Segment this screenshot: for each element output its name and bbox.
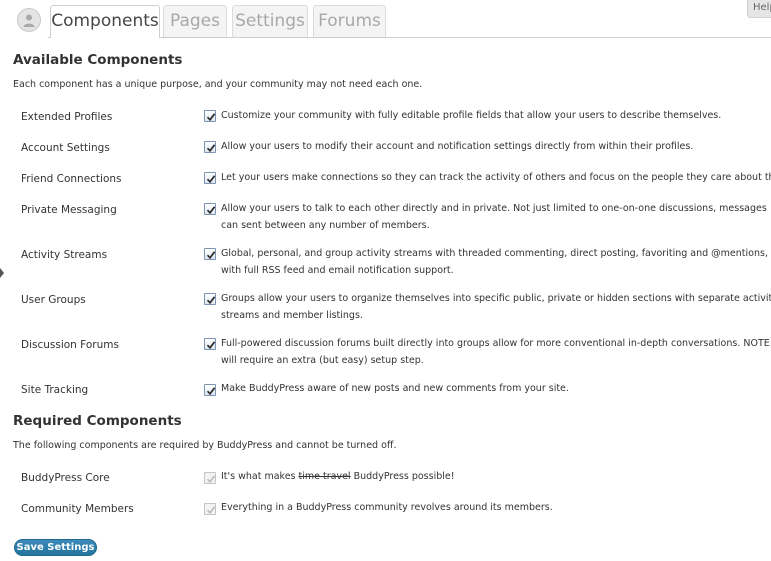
required-components-description: The following components are required by… — [13, 440, 397, 451]
component-desc-site-tracking: Make BuddyPress aware of new posts and n… — [221, 383, 569, 394]
component-label-friend-connections: Friend Connections — [21, 173, 122, 185]
component-label-discussion-forums: Discussion Forums — [21, 339, 119, 351]
component-desc-activity-streams: Global, personal, and group activity str… — [221, 248, 771, 276]
required-components-heading: Required Components — [13, 413, 182, 429]
tab-settings[interactable]: Settings — [232, 5, 308, 37]
component-label-site-tracking: Site Tracking — [21, 384, 89, 396]
component-desc-user-groups: Groups allow your users to organize them… — [221, 293, 771, 321]
tab-pages[interactable]: Pages — [163, 5, 227, 37]
component-desc-discussion-forums: Full-powered discussion forums built dir… — [221, 338, 771, 366]
struck-text: time travel — [298, 471, 351, 482]
available-components-description: Each component has a unique purpose, and… — [13, 79, 423, 90]
component-desc-friend-connections: Let your users make connections so they … — [221, 172, 771, 183]
buddypress-logo-icon — [17, 8, 41, 32]
component-label-account-settings: Account Settings — [21, 142, 110, 154]
tab-components[interactable]: Components — [50, 5, 160, 38]
available-components-heading: Available Components — [13, 52, 183, 68]
component-desc-community-members: Everything in a BuddyPress community rev… — [221, 502, 553, 513]
admin-tab-bar: Components Pages Settings Forums Help — [0, 0, 771, 38]
component-label-user-groups: User Groups — [21, 294, 86, 306]
desc-text: BuddyPress possible! — [350, 471, 455, 482]
save-settings-button[interactable]: Save Settings — [14, 539, 97, 556]
tab-forums[interactable]: Forums — [313, 5, 386, 37]
component-desc-account-settings: Allow your users to modify their account… — [221, 141, 694, 152]
component-desc-private-messaging: Allow your users to talk to each other d… — [221, 203, 767, 231]
component-desc-extended-profiles: Customize your community with fully edit… — [221, 110, 722, 121]
component-label-extended-profiles: Extended Profiles — [21, 111, 113, 123]
component-desc-buddypress-core: It's what makes time travel BuddyPress p… — [203, 468, 771, 485]
component-label-community-members: Community Members — [21, 503, 134, 515]
help-button[interactable]: Help — [747, 0, 771, 18]
component-label-buddypress-core: BuddyPress Core — [21, 472, 110, 484]
component-label-activity-streams: Activity Streams — [21, 249, 108, 261]
component-label-private-messaging: Private Messaging — [21, 204, 117, 216]
desc-text: It's what makes — [221, 471, 299, 482]
collapse-arrow-icon[interactable] — [0, 268, 4, 278]
